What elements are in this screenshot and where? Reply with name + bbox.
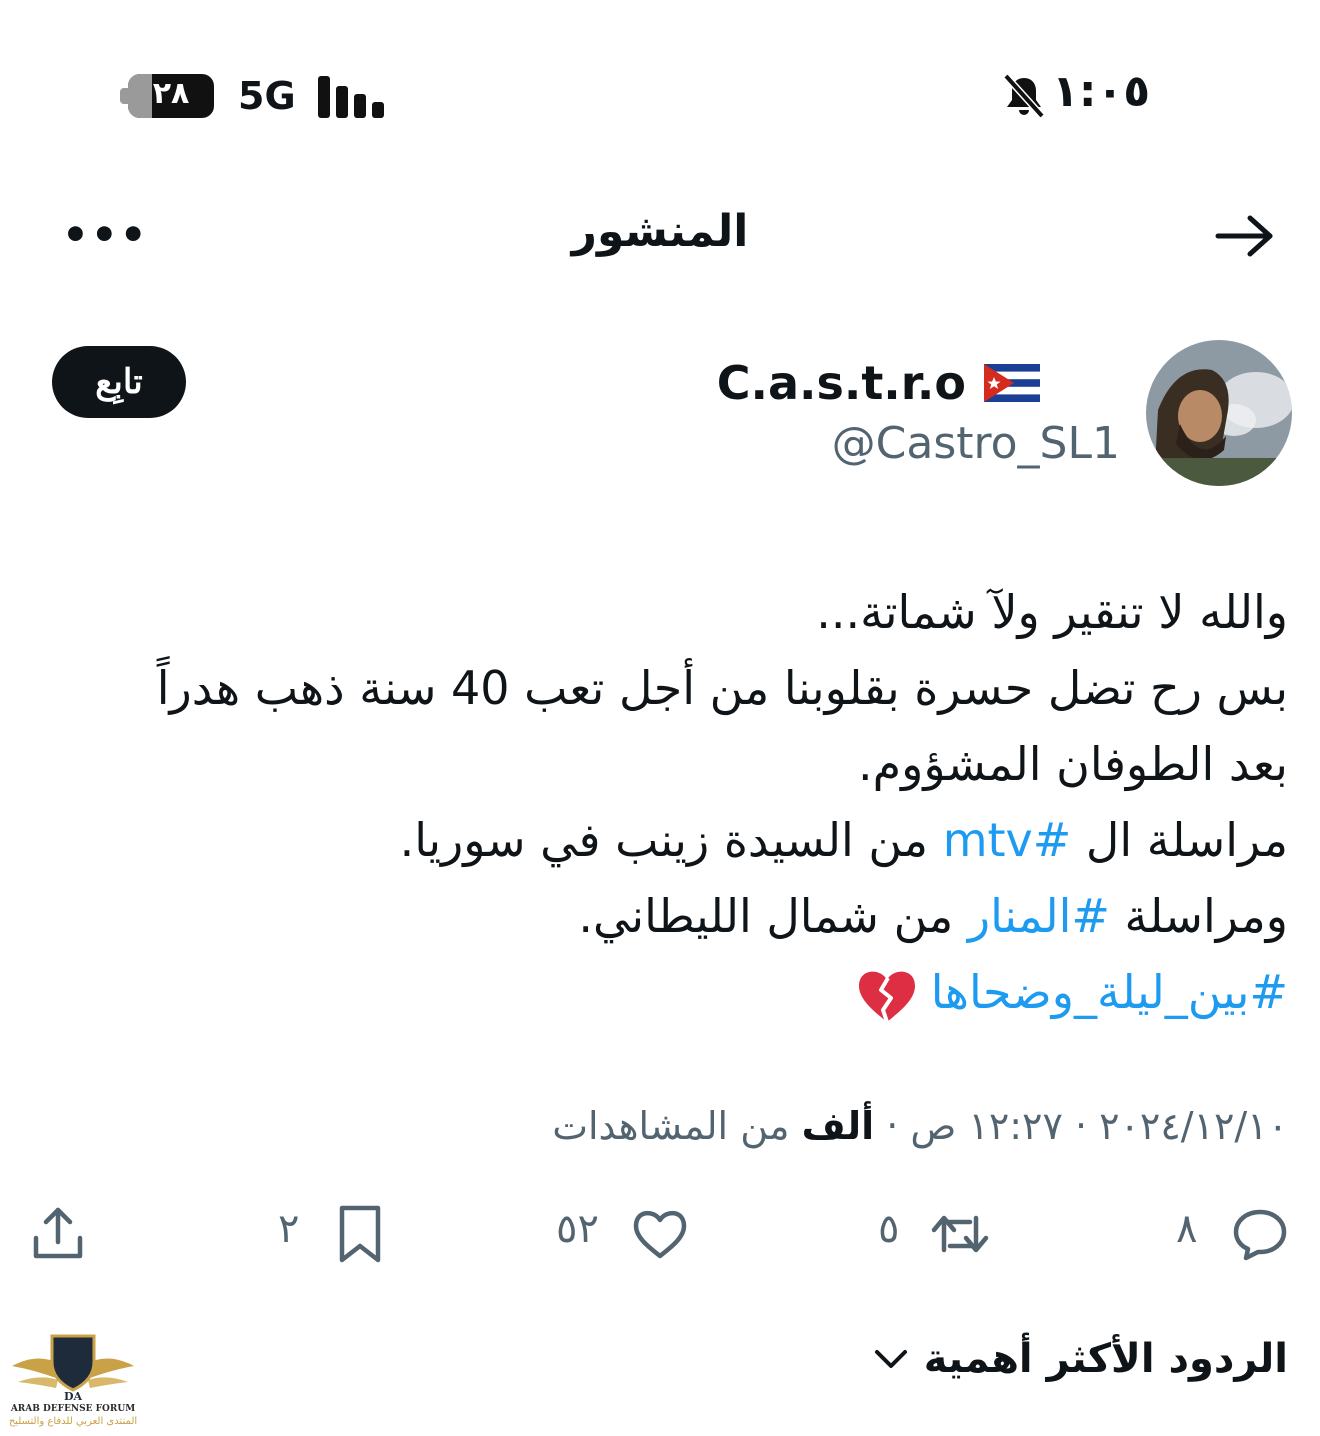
reply-count: ٨ <box>1176 1206 1198 1252</box>
battery-tip <box>120 88 128 104</box>
tweet-line: والله لا تنقير ولآ شماتة... <box>816 585 1288 639</box>
more-icon[interactable]: ••• <box>62 210 149 259</box>
repost-icon[interactable] <box>930 1204 990 1264</box>
tweet-text: والله لا تنقير ولآ شماتة... بس رح تضل حس… <box>38 574 1288 1030</box>
reply-icon[interactable] <box>1230 1204 1290 1264</box>
bookmark-icon[interactable] <box>330 1204 390 1264</box>
author-handle[interactable]: @Castro_SL1 <box>832 418 1120 469</box>
hashtag-bein-layla[interactable]: #بين_ليلة_وضحاها <box>931 965 1288 1019</box>
svg-text:DA: DA <box>64 1390 83 1402</box>
watermark-logo: DA ARAB DEFENSE FORUM المنتدى العربي للد… <box>8 1330 138 1430</box>
network-type: 5G <box>238 74 296 118</box>
views-count[interactable]: ألف <box>802 1104 875 1148</box>
replies-sort-dropdown[interactable]: الردود الأكثر أهمية <box>874 1336 1288 1382</box>
tweet-line: بس رح تضل حسرة بقلوبنا من أجل تعب 40 سنة… <box>156 661 1288 715</box>
bell-slash-icon <box>1003 73 1045 119</box>
watermark-text-ar: المنتدى العربي للدفاع والتسليح <box>8 1416 138 1427</box>
watermark-text-en: ARAB DEFENSE FORUM <box>10 1404 136 1414</box>
chevron-down-icon <box>874 1350 907 1368</box>
like-icon[interactable] <box>630 1204 690 1264</box>
battery-level: ٢٨ <box>152 76 190 111</box>
tweet-line: مراسلة ال #mtv من السيدة زينب في سوريا. <box>399 813 1288 867</box>
like-count: ٥٢ <box>556 1206 599 1252</box>
tweet-time: ١٢:٢٧ ص <box>910 1104 1063 1148</box>
signal-icon <box>318 74 388 118</box>
views-label: من المشاهدات <box>552 1104 802 1148</box>
tweet-line: ومراسلة #المنار من شمال الليطاني. <box>578 889 1288 943</box>
tweet-line: بعد الطوفان المشؤوم. <box>858 737 1288 791</box>
tweet-date: ٢٠٢٤/١٢/١٠ <box>1099 1104 1288 1148</box>
status-time: ١:٠٥ <box>1052 66 1151 117</box>
broken-heart-icon <box>858 971 915 1023</box>
follow-button[interactable]: تابِع <box>52 346 186 418</box>
battery-icon: ٢٨ <box>128 74 214 118</box>
tweet-line: #بين_ليلة_وضحاها <box>38 954 1288 1030</box>
hashtag-mtv[interactable]: #mtv <box>943 813 1072 867</box>
share-icon[interactable] <box>28 1204 88 1264</box>
page-title: المنشور <box>571 206 749 257</box>
back-arrow-icon[interactable] <box>1212 212 1276 260</box>
cuba-flag-icon <box>984 364 1040 402</box>
hashtag-almanar[interactable]: #المنار <box>968 889 1110 943</box>
bookmark-count: ٢ <box>278 1206 300 1252</box>
repost-count: ٥ <box>878 1206 900 1252</box>
avatar[interactable] <box>1146 340 1292 486</box>
author-name-row[interactable]: C.a.s.t.r.o <box>717 356 1040 410</box>
author-name: C.a.s.t.r.o <box>716 356 966 410</box>
tweet-meta: ٢٠٢٤/١٢/١٠ · ١٢:٢٧ ص · ألف من المشاهدات <box>552 1104 1288 1148</box>
replies-sort-label: الردود الأكثر أهمية <box>923 1336 1288 1382</box>
arab-defense-forum-logo-icon: DA <box>12 1334 134 1403</box>
